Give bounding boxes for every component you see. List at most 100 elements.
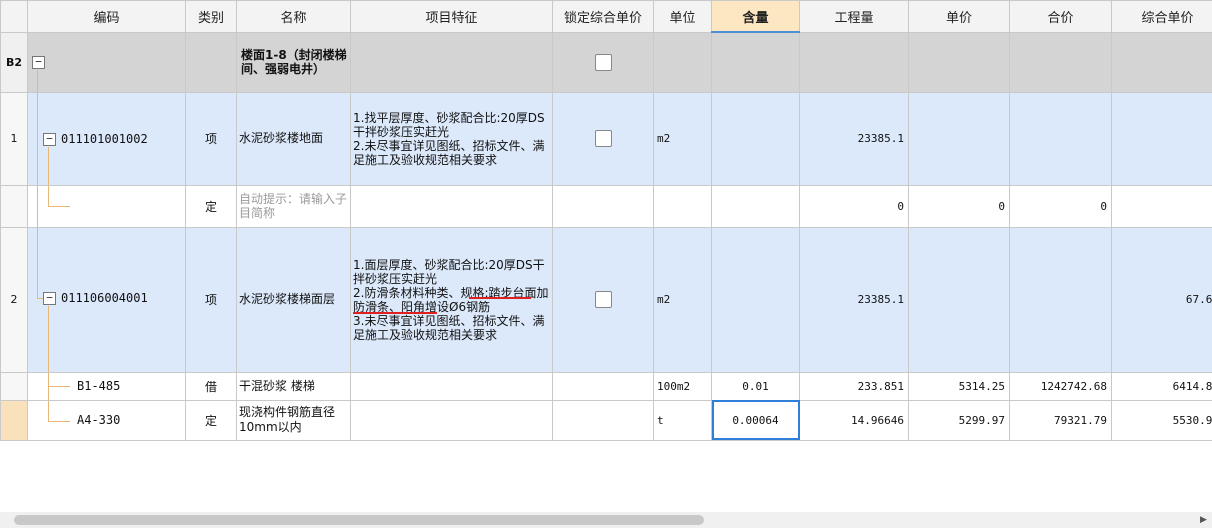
quantity-cell[interactable] — [799, 31, 909, 93]
price-cell[interactable] — [908, 226, 1010, 373]
unit-cell[interactable] — [653, 31, 712, 93]
name-cell[interactable]: 水泥砂浆楼梯面层 — [236, 226, 351, 373]
row-number[interactable] — [0, 184, 28, 228]
quantity-cell[interactable]: 0 — [799, 184, 909, 228]
feature-cell[interactable] — [350, 371, 553, 401]
checkbox-icon[interactable] — [594, 130, 612, 147]
scrollbar-thumb[interactable] — [14, 515, 704, 525]
total-cell[interactable] — [1009, 91, 1112, 186]
code-cell[interactable]: − — [27, 31, 186, 93]
header-composite-price[interactable]: 综合单价 — [1111, 0, 1212, 33]
checkbox-icon[interactable] — [594, 291, 612, 308]
composite-cell[interactable]: 6414.88 — [1111, 371, 1212, 401]
feature-cell[interactable] — [350, 399, 553, 441]
content-cell-selected[interactable]: 0.00064 — [711, 399, 800, 441]
content-cell[interactable] — [711, 31, 800, 93]
content-cell[interactable] — [711, 226, 800, 373]
price-cell[interactable]: 5314.25 — [908, 371, 1010, 401]
lock-cell[interactable] — [552, 31, 654, 93]
table-row[interactable]: 1 − 011101001002 项 水泥砂浆楼地面 1.找平层厚度、砂浆配合比… — [0, 91, 1212, 186]
checkbox-icon[interactable] — [594, 53, 612, 71]
category-cell[interactable]: 项 — [185, 91, 237, 186]
header-corner[interactable] — [0, 0, 28, 33]
minus-box-icon[interactable]: − — [43, 291, 56, 305]
total-cell[interactable]: 0 — [1009, 184, 1112, 228]
content-cell[interactable] — [711, 184, 800, 228]
category-cell[interactable]: 项 — [185, 226, 237, 373]
category-cell[interactable]: 定 — [185, 399, 237, 441]
price-cell[interactable]: 5299.97 — [908, 399, 1010, 441]
quantity-cell[interactable]: 23385.1 — [799, 91, 909, 186]
quantity-cell[interactable]: 14.96646 — [799, 399, 909, 441]
total-cell[interactable] — [1009, 31, 1112, 93]
lock-cell[interactable] — [552, 371, 654, 401]
category-cell[interactable] — [185, 31, 237, 93]
total-cell[interactable]: 1242742.68 — [1009, 371, 1112, 401]
composite-cell[interactable] — [1111, 31, 1212, 93]
content-cell[interactable]: 0.01 — [711, 371, 800, 401]
price-cell[interactable]: 0 — [908, 184, 1010, 228]
code-cell[interactable]: A4-330 — [27, 399, 186, 441]
header-total[interactable]: 合价 — [1009, 0, 1112, 33]
name-hint[interactable]: 自动提示：请输入子目简称 — [236, 184, 351, 228]
name-cell[interactable]: 干混砂浆 楼梯 — [236, 371, 351, 401]
quantity-cell[interactable]: 23385.1 — [799, 226, 909, 373]
composite-cell[interactable]: 0 — [1111, 184, 1212, 228]
table-row[interactable]: A4-330 定 现浇构件钢筋直径 10mm以内 t 0.00064 14.96… — [0, 399, 1212, 441]
unit-cell[interactable]: 100m2 — [653, 371, 712, 401]
price-cell[interactable] — [908, 31, 1010, 93]
lock-cell[interactable] — [552, 184, 654, 228]
composite-cell[interactable]: 5530.98 — [1111, 399, 1212, 441]
lock-cell[interactable] — [552, 226, 654, 373]
price-cell[interactable] — [908, 91, 1010, 186]
name-cell[interactable]: 现浇构件钢筋直径 10mm以内 — [236, 399, 351, 441]
header-unit-price[interactable]: 单价 — [908, 0, 1010, 33]
tree-line — [48, 385, 70, 387]
category-cell[interactable]: 定 — [185, 184, 237, 228]
table-row[interactable]: B2 − 楼面1-8（封闭楼梯间、强弱电井） — [0, 31, 1212, 93]
table-row[interactable]: 定 自动提示：请输入子目简称 0 0 0 0 — [0, 184, 1212, 228]
header-category[interactable]: 类别 — [185, 0, 237, 33]
name-cell[interactable]: 楼面1-8（封闭楼梯间、强弱电井） — [236, 31, 351, 93]
feature-cell[interactable] — [350, 184, 553, 228]
lock-cell[interactable] — [552, 91, 654, 186]
feature-cell[interactable] — [350, 31, 553, 93]
content-cell[interactable] — [711, 91, 800, 186]
table-row[interactable]: B1-485 借 干混砂浆 楼梯 100m2 0.01 233.851 5314… — [0, 371, 1212, 401]
total-cell[interactable]: 79321.79 — [1009, 399, 1112, 441]
lock-cell[interactable] — [552, 399, 654, 441]
horizontal-scrollbar[interactable]: ▶ — [0, 512, 1212, 528]
quantity-cell[interactable]: 233.851 — [799, 371, 909, 401]
row-number[interactable]: 1 — [0, 91, 28, 186]
unit-cell[interactable]: m2 — [653, 91, 712, 186]
header-quantity[interactable]: 工程量 — [799, 0, 909, 33]
code-cell[interactable]: − 011106004001 — [27, 226, 186, 373]
total-cell[interactable] — [1009, 226, 1112, 373]
feature-cell[interactable]: 1.找平层厚度、砂浆配合比:20厚DS干拌砂浆压实赶光 2.未尽事宜详见图纸、招… — [350, 91, 553, 186]
unit-cell[interactable]: t — [653, 399, 712, 441]
composite-cell[interactable]: 67.69 — [1111, 226, 1212, 373]
unit-cell[interactable]: m2 — [653, 226, 712, 373]
unit-cell[interactable] — [653, 184, 712, 228]
table-row[interactable]: 2 − 011106004001 项 水泥砂浆楼梯面层 1.面层厚度、砂浆配合比… — [0, 226, 1212, 373]
header-name[interactable]: 名称 — [236, 0, 351, 33]
code-cell[interactable] — [27, 184, 186, 228]
code-cell[interactable]: − 011101001002 — [27, 91, 186, 186]
composite-cell[interactable]: 0 — [1111, 91, 1212, 186]
name-cell[interactable]: 水泥砂浆楼地面 — [236, 91, 351, 186]
row-number[interactable]: B2 — [0, 31, 28, 93]
header-code[interactable]: 编码 — [27, 0, 186, 33]
code-cell[interactable]: B1-485 — [27, 371, 186, 401]
category-cell[interactable]: 借 — [185, 371, 237, 401]
minus-box-icon[interactable]: − — [32, 55, 45, 69]
row-number[interactable] — [0, 399, 28, 441]
feature-cell[interactable]: 1.面层厚度、砂浆配合比:20厚DS干拌砂浆压实赶光 2.防滑条材料种类、规格:… — [350, 226, 553, 373]
minus-box-icon[interactable]: − — [43, 132, 56, 146]
triangle-right-icon[interactable]: ▶ — [1200, 515, 1207, 525]
row-number[interactable]: 2 — [0, 226, 28, 373]
header-unit[interactable]: 单位 — [653, 0, 712, 33]
header-content[interactable]: 含量 — [711, 0, 800, 33]
header-feature[interactable]: 项目特征 — [350, 0, 553, 33]
row-number[interactable] — [0, 371, 28, 401]
header-lock-price[interactable]: 锁定综合单价 — [552, 0, 654, 33]
